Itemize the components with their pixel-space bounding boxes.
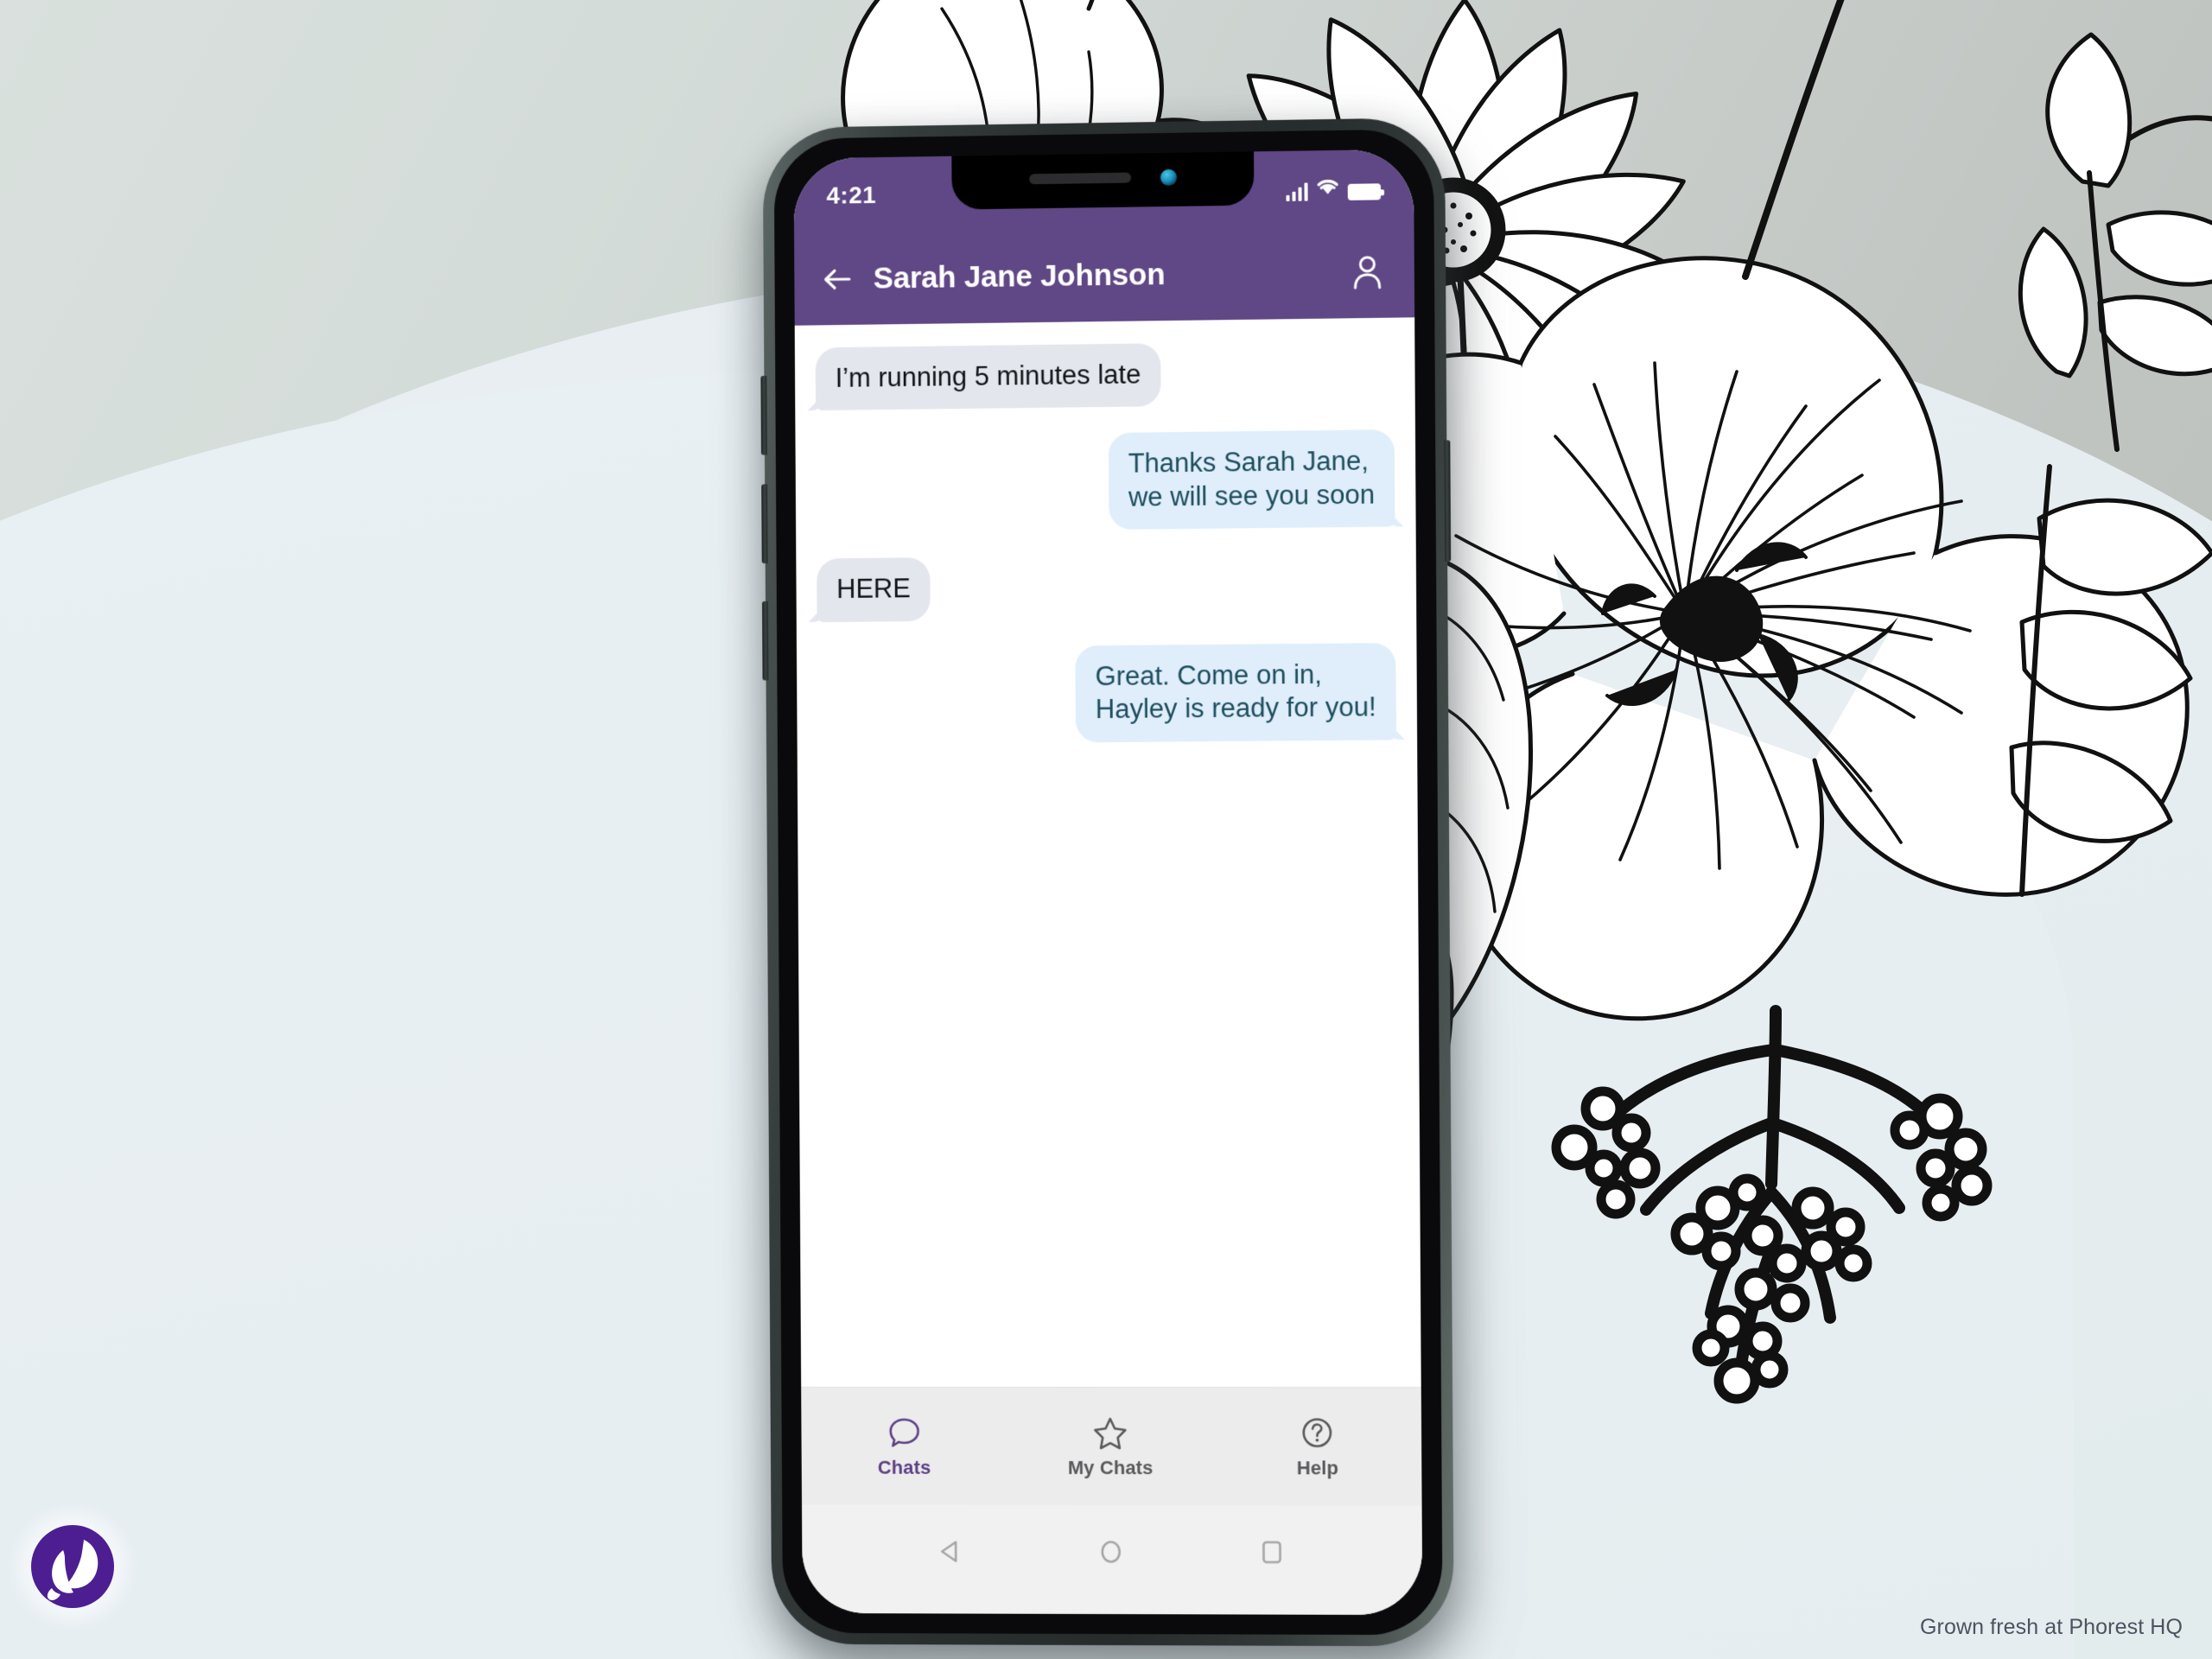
message-bubble-outgoing[interactable]: Great. Come on in, Hayley is ready for y… [1075,642,1396,742]
chat-header: Sarah Jane Johnson [794,225,1415,326]
tab-label: Chats [877,1456,931,1478]
message-bubble-outgoing[interactable]: Thanks Sarah Jane, we will see you soon [1108,429,1395,531]
android-recents-square-icon[interactable] [1256,1536,1287,1572]
message-row: I’m running 5 minutes late [815,340,1395,411]
back-arrow-icon[interactable] [820,262,855,296]
android-navigation-bar [801,1504,1423,1616]
scene-root: 4:21 Sarah Jane Johnson I’m running 5 mi… [0,0,2212,1659]
volume-down-button[interactable] [761,484,768,564]
battery-full-icon [1347,182,1382,200]
power-button[interactable] [1444,440,1452,563]
wifi-icon [1315,176,1339,200]
phorest-logo-icon [19,1513,126,1620]
tab-label: My Chats [1067,1456,1154,1478]
message-row: HERE [817,553,1395,622]
page-title: Sarah Jane Johnson [873,257,1166,296]
volume-up-button[interactable] [760,375,767,455]
message-bubble-incoming[interactable]: I’m running 5 minutes late [815,343,1161,411]
message-row: Thanks Sarah Jane, we will see you soon [816,429,1395,533]
display-notch [951,149,1255,210]
speech-bubble-icon [886,1414,922,1450]
earpiece-speaker-icon [1028,172,1131,185]
question-circle-icon [1299,1414,1335,1451]
phone-bezel: 4:21 Sarah Jane Johnson I’m running 5 mi… [773,129,1443,1636]
front-camera-icon [1160,168,1177,186]
phone-mockup: 4:21 Sarah Jane Johnson I’m running 5 mi… [760,117,1464,1659]
android-home-circle-icon[interactable] [1096,1535,1127,1571]
phone-screen: 4:21 Sarah Jane Johnson I’m running 5 mi… [793,149,1423,1616]
footer-caption: Grown fresh at Phorest HQ [1919,1615,2183,1639]
tab-my-chats[interactable]: My Chats [1007,1414,1214,1478]
status-bar-clock: 4:21 [826,181,877,209]
message-bubble-incoming[interactable]: HERE [817,557,931,622]
bottom-tab-bar: Chats My Chats Help [801,1386,1422,1506]
status-bar-indicators [1285,176,1382,201]
person-icon[interactable] [1350,253,1385,292]
tab-help[interactable]: Help [1213,1414,1421,1479]
assistant-button[interactable] [761,601,769,681]
tab-chats[interactable]: Chats [801,1414,1007,1478]
cellular-signal-icon [1285,181,1308,201]
status-bar: 4:21 [793,149,1414,235]
star-icon [1092,1414,1128,1451]
android-back-triangle-icon[interactable] [935,1535,966,1571]
message-row: Great. Come on in, Hayley is ready for y… [817,642,1396,745]
message-list[interactable]: I’m running 5 minutes late Thanks Sarah … [794,317,1421,1388]
phone-chassis: 4:21 Sarah Jane Johnson I’m running 5 mi… [760,117,1454,1647]
tab-label: Help [1296,1456,1339,1478]
